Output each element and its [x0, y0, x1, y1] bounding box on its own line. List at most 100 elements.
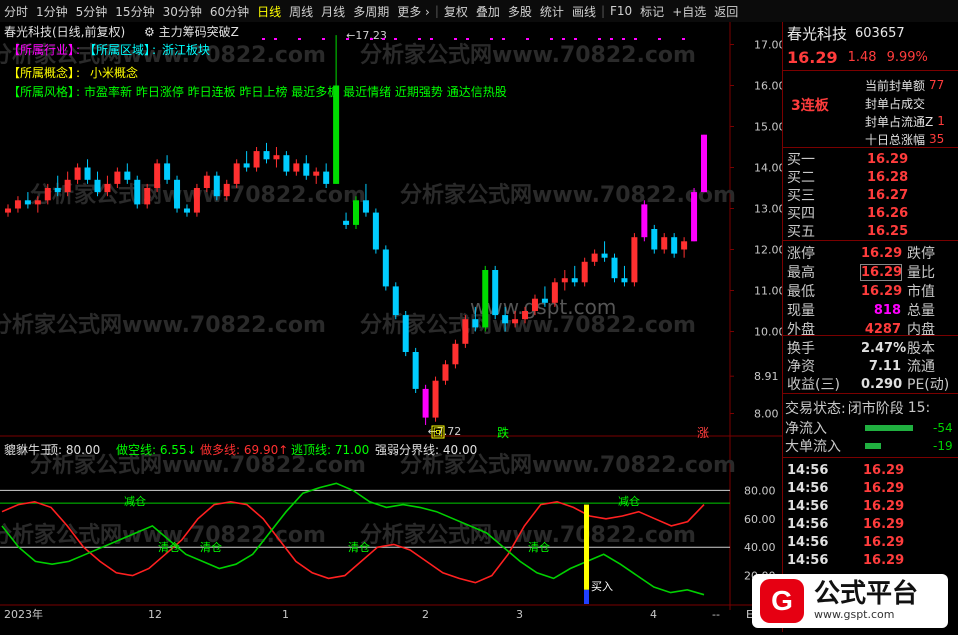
bid-label: 买二	[787, 170, 815, 186]
sub-annotation: 减仓	[618, 494, 640, 508]
toolbar-item-14[interactable]: 统计	[536, 3, 568, 20]
stat2-label-2: 流通	[907, 359, 935, 375]
tick-time: 14:56	[787, 534, 829, 550]
stat-label: 现量	[787, 303, 815, 319]
axis-scroll[interactable]: --	[712, 608, 720, 621]
date-tick-label: 1	[282, 608, 289, 621]
signal-dot	[454, 38, 457, 40]
stat2-label-2: PE(动)	[907, 377, 950, 393]
sub-tick-label: 40.00	[744, 541, 776, 554]
flow-bar	[865, 443, 881, 449]
buy-bar-base	[584, 589, 589, 604]
signal-dot	[622, 38, 625, 40]
bid-label: 买四	[787, 206, 815, 222]
toolbar-item-18[interactable]: +自选	[668, 3, 710, 20]
gspt-logo: G 公式平台 www.gspt.com	[752, 574, 948, 628]
signal-dot	[502, 38, 505, 40]
sub-tick-label: 80.00	[744, 484, 776, 497]
toolbar-item-15[interactable]: 画线	[568, 3, 600, 20]
stat-row: 最高 16.29 量比	[783, 263, 958, 281]
signal-dot	[610, 38, 613, 40]
price-tick-label: 10.00	[754, 326, 782, 339]
toolbar-item-2[interactable]: 5分钟	[72, 3, 112, 20]
bid-label: 买一	[787, 152, 815, 168]
toolbar-item-8[interactable]: 月线	[317, 3, 349, 20]
tick-price: 16.29	[863, 534, 905, 550]
signal-dot	[262, 38, 265, 40]
flow-value: -19	[933, 439, 953, 453]
seal-value: 77	[929, 78, 945, 92]
sub-annotation: 清仓	[348, 540, 370, 554]
signal-dot	[274, 38, 277, 40]
bid-row: 买一 16.29	[783, 150, 958, 169]
sub-indicator-label: 逃顶线: 71.00	[291, 443, 369, 457]
signal-dot	[526, 38, 529, 40]
toolbar-item-12[interactable]: 叠加	[472, 3, 504, 20]
candle	[174, 175, 181, 213]
tick-time: 14:56	[787, 480, 829, 496]
info-style-key: 【所属风格】	[8, 84, 80, 99]
tick-row: 14:56 16.29	[783, 497, 958, 515]
signal-dot	[382, 38, 385, 40]
flow-row: 大单流入 -19	[783, 437, 958, 455]
info-industry-key: 【所属行业】	[8, 43, 80, 57]
trade-status-value: 闭市阶段	[847, 401, 904, 417]
kline-chart[interactable]: 分析家公式网www.70822.com 分析家公式网www.70822.com 分析…	[0, 22, 786, 610]
toolbar-item-9[interactable]: 多周期	[349, 3, 393, 20]
bid-price: 16.28	[867, 169, 909, 185]
toolbar-item-11[interactable]: 复权	[440, 3, 472, 20]
seal-row: 当前封单额 77	[783, 76, 958, 94]
toolbar-item-10[interactable]: 更多 ›	[393, 3, 434, 20]
info-concept-key: 【所属概念】	[8, 65, 80, 80]
toolbar-item-3[interactable]: 15分钟	[111, 3, 158, 20]
tick-time: 14:56	[787, 552, 829, 568]
watermark-text: 分析家公式网www.70822.com	[360, 42, 696, 68]
tick-time: 14:56	[787, 516, 829, 532]
signal-dot	[574, 38, 577, 40]
candle	[581, 257, 588, 287]
candle	[482, 265, 489, 332]
toolbar-item-6[interactable]: 日线	[253, 3, 285, 20]
candle	[402, 311, 409, 357]
hui-marker: 回	[433, 427, 443, 439]
toolbar-item-13[interactable]: 多股	[504, 3, 536, 20]
tick-price: 16.29	[863, 516, 905, 532]
seal-label: 十日总涨幅	[865, 132, 926, 147]
info-sep: :	[76, 85, 80, 99]
candle	[213, 171, 220, 201]
tick-row: 14:56 16.29	[783, 479, 958, 497]
stat-label: 最高	[787, 265, 815, 281]
candle	[492, 265, 499, 320]
tick-row: 14:56 16.29	[783, 551, 958, 569]
stat-label: 外盘	[787, 322, 815, 338]
stat2-label: 净资	[787, 359, 815, 375]
sub-indicator-label: 做多线: 69.90↑	[200, 442, 288, 457]
price-tick-label: 8.91	[754, 370, 779, 383]
flow-row: 净流入 -54	[783, 419, 958, 437]
toolbar-item-0[interactable]: 分时	[0, 3, 32, 20]
candle	[651, 224, 658, 254]
candle	[701, 134, 707, 193]
toolbar-item-17[interactable]: 标记	[636, 3, 668, 20]
candle	[392, 282, 399, 320]
quote-panel: 春光科技 603657 16.29 1.48 9.99% 3连板 当前封单额 77…	[782, 22, 958, 632]
toolbar-item-16[interactable]: F10	[606, 4, 636, 18]
tick-time: 14:56	[787, 498, 829, 514]
indicator-name[interactable]: ⚙ 主力筹码突破Z	[144, 24, 239, 39]
price-change-pct: 9.99%	[886, 49, 928, 65]
info-region-value: 浙江板块	[162, 43, 210, 57]
tick-price: 16.29	[863, 552, 905, 568]
candle	[412, 347, 419, 393]
stat2-label: 换手	[787, 341, 815, 357]
toolbar-item-7[interactable]: 周线	[285, 3, 317, 20]
current-price: 16.29	[787, 47, 838, 67]
signal-dot	[322, 38, 325, 40]
toolbar-item-5[interactable]: 60分钟	[206, 3, 253, 20]
candle	[611, 253, 618, 283]
toolbar-item-4[interactable]: 30分钟	[159, 3, 206, 20]
bid-price: 16.27	[867, 187, 909, 203]
stat2-value: 7.11	[868, 358, 901, 374]
toolbar-item-1[interactable]: 1分钟	[32, 3, 72, 20]
chart-area[interactable]: 分析家公式网www.70822.com 分析家公式网www.70822.com 分析…	[0, 22, 786, 610]
toolbar-item-19[interactable]: 返回	[710, 3, 742, 20]
